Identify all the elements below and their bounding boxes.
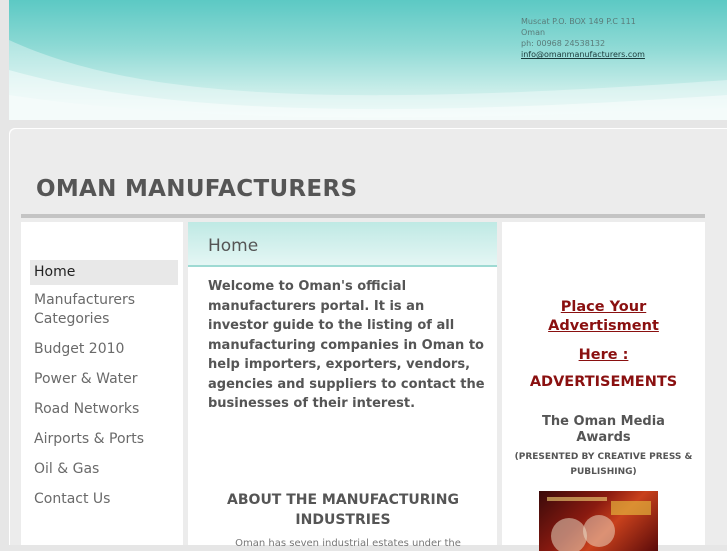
contact-address: Muscat P.O. BOX 149 P.C 111 [521,17,636,26]
header-banner: Muscat P.O. BOX 149 P.C 111 Oman ph: 009… [9,0,727,120]
media-awards-title: The Oman Media Awards [542,414,665,445]
about-text: Oman has seven industrial estates under … [235,538,461,549]
contact-phone: ph: 00968 24538132 [521,39,606,48]
media-awards-ad-image[interactable] [539,491,658,551]
main-navigation: Home Manufacturers Categories Budget 201… [30,260,178,509]
title-divider [21,214,705,218]
right-sidebar: Place Your Advertisment Here : ADVERTISE… [502,222,705,551]
place-ad-link[interactable]: Place Your [502,299,705,315]
advertisements-heading: ADVERTISEMENTS [529,374,678,390]
about-heading: ABOUT THE MANUFACTURING INDUSTRIES [227,492,459,528]
place-ad-link-3[interactable]: Here : [502,347,705,363]
nav-item-contact-us[interactable]: Contact Us [30,490,178,509]
place-ad-link-2[interactable]: Advertisment [502,318,705,334]
nav-item-oil-gas[interactable]: Oil & Gas [30,460,178,479]
nav-item-power-water[interactable]: Power & Water [30,370,178,389]
contact-country: Oman [521,28,546,37]
contact-info: Muscat P.O. BOX 149 P.C 111 Oman ph: 009… [521,16,721,60]
site-title: OMAN MANUFACTURERS [36,176,358,202]
main-content: Home Welcome to Oman's official manufact… [188,222,497,549]
ad-artwork [547,497,651,551]
intro-paragraph: Welcome to Oman's official manufacturers… [208,279,485,411]
contact-email-link[interactable]: info@omanmanufacturers.com [521,49,721,60]
page-heading-bar: Home [188,222,497,267]
nav-item-road-networks[interactable]: Road Networks [30,400,178,419]
page-heading: Home [208,236,259,256]
nav-item-home[interactable]: Home [30,260,178,285]
left-sidebar: Home Manufacturers Categories Budget 201… [21,222,183,545]
nav-item-budget-2010[interactable]: Budget 2010 [30,340,178,359]
nav-item-airports-ports[interactable]: Airports & Ports [30,430,178,449]
nav-item-manufacturers-categories[interactable]: Manufacturers Categories [30,291,178,329]
media-awards-presenter: (PRESENTED BY CREATIVE PRESS & PUBLISHIN… [514,452,693,477]
